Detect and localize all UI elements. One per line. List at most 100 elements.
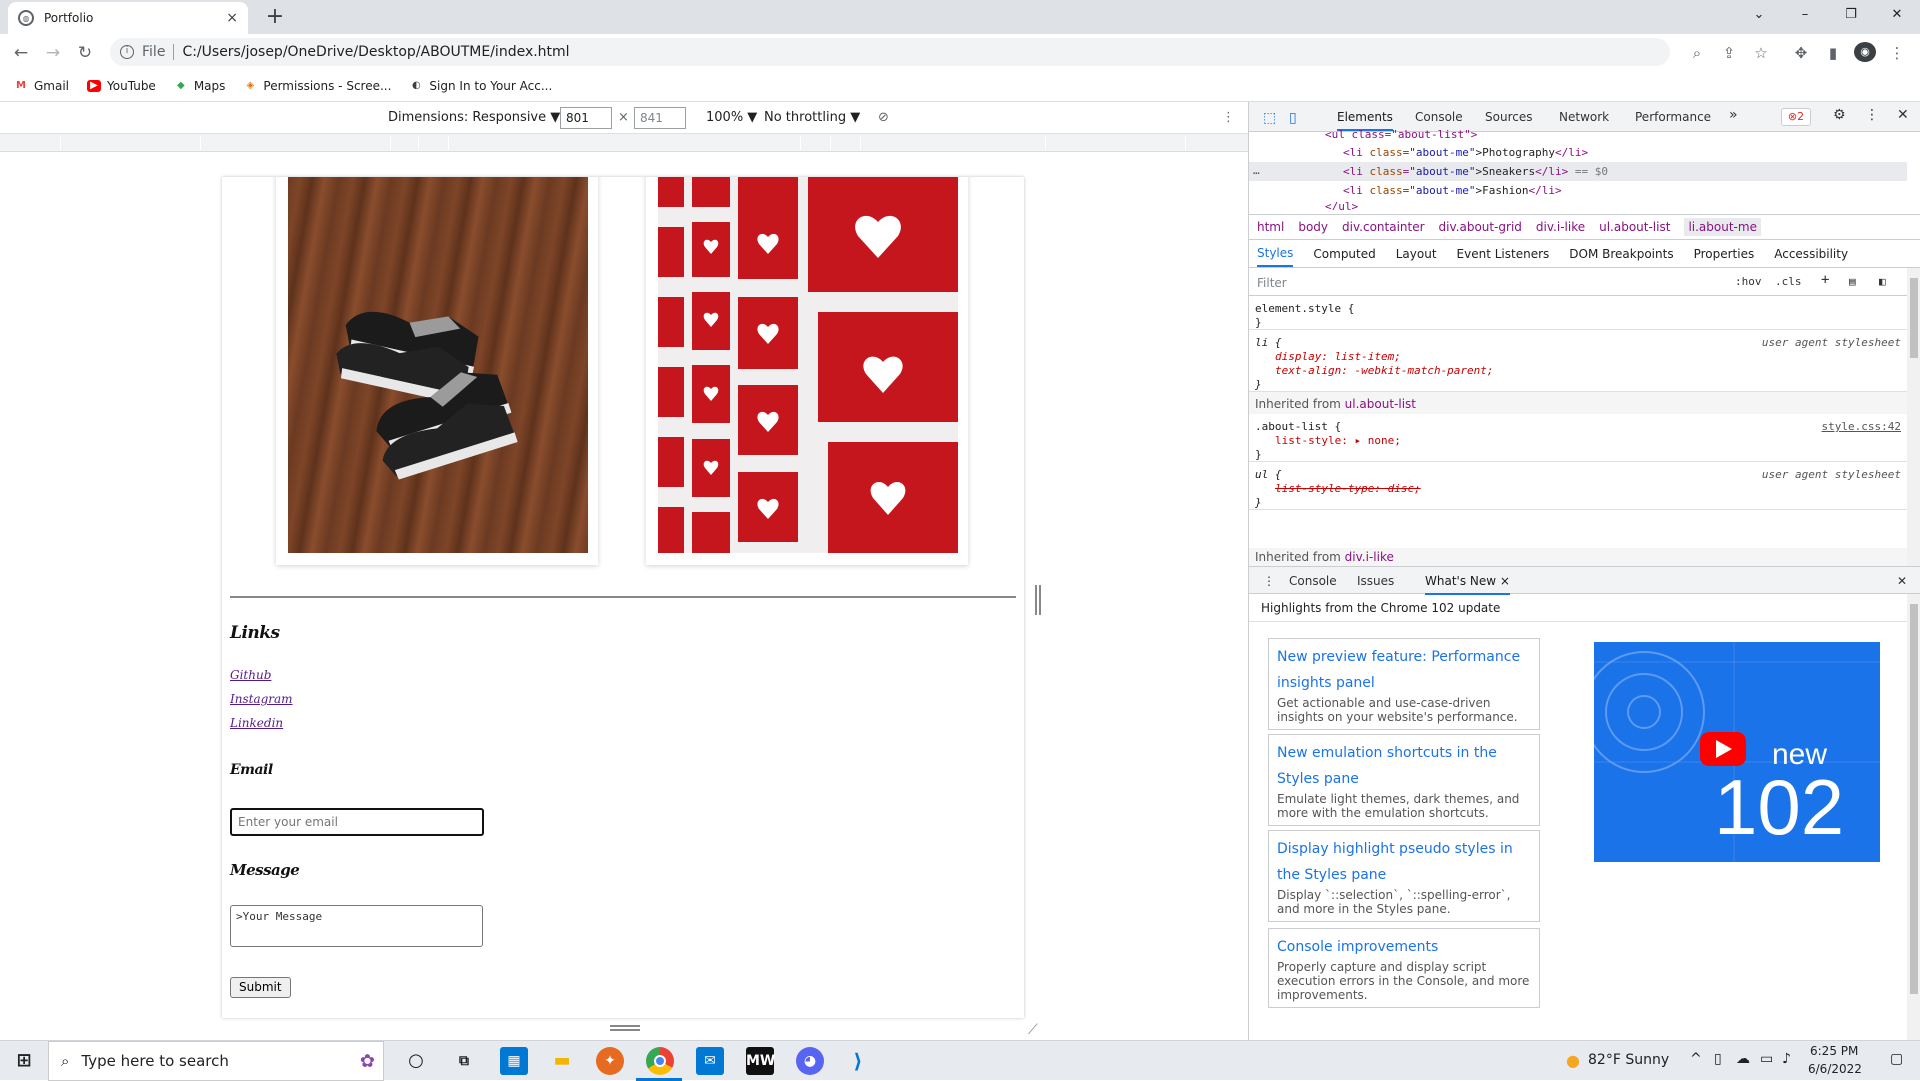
file-explorer-icon[interactable]: ▬	[548, 1047, 576, 1075]
github-link[interactable]: Github	[230, 668, 271, 682]
tab-styles[interactable]: Styles	[1257, 241, 1294, 267]
resize-corner-icon[interactable]: ⟋	[1028, 1022, 1038, 1038]
submit-button[interactable]: Submit	[230, 977, 291, 998]
dom-line-ul-close[interactable]: </ul>	[1325, 198, 1358, 210]
address-bar[interactable]: i File C:/Users/josep/OneDrive/Desktop/A…	[110, 38, 1670, 66]
weather-icon[interactable]: ●	[1566, 1051, 1580, 1070]
tab-accessibility[interactable]: Accessibility	[1774, 247, 1848, 261]
side-panel-icon[interactable]: ▮	[1822, 44, 1844, 62]
close-window-button[interactable]: ✕	[1874, 0, 1920, 30]
linkedin-link[interactable]: Linkedin	[230, 716, 283, 730]
close-devtools-icon[interactable]: ✕	[1897, 107, 1909, 123]
discord-icon[interactable]: ◕	[796, 1047, 824, 1075]
tab-console[interactable]: Console	[1415, 110, 1463, 124]
more-options-icon[interactable]: ⋮	[1222, 110, 1235, 125]
drawer-tab-whats-new[interactable]: What's New ×	[1425, 574, 1510, 595]
minimize-button[interactable]: –	[1782, 0, 1828, 30]
cortana-icon[interactable]: ○	[402, 1047, 430, 1075]
sidebar-toggle-icon[interactable]: ◧	[1879, 275, 1886, 288]
crumb-about-grid[interactable]: div.about-grid	[1439, 220, 1522, 234]
email-field[interactable]: Enter your email	[230, 808, 484, 836]
crumb-i-like[interactable]: div.i-like	[1536, 220, 1585, 234]
crumb-about-list[interactable]: ul.about-list	[1599, 220, 1670, 234]
whats-new-item[interactable]: Display highlight pseudo styles in the S…	[1268, 830, 1540, 922]
onedrive-icon[interactable]: ☁	[1736, 1051, 1750, 1067]
dom-ellipsis[interactable]: …	[1253, 162, 1260, 180]
windows-start-icon[interactable]: ⊞	[10, 1047, 38, 1075]
bookmark-signin[interactable]: ◐ Sign In to Your Acc...	[409, 79, 552, 93]
inspect-icon[interactable]: ⬚	[1263, 110, 1276, 126]
new-tab-button[interactable]: +	[262, 4, 288, 30]
tab-sources[interactable]: Sources	[1485, 110, 1532, 124]
crumb-html[interactable]: html	[1257, 220, 1284, 234]
tab-performance[interactable]: Performance	[1635, 110, 1711, 124]
task-view-icon[interactable]: ⧉	[450, 1047, 478, 1075]
rule-ul[interactable]: ul { user agent stylesheet list-style-ty…	[1249, 462, 1907, 510]
new-rule-icon[interactable]: +	[1821, 272, 1829, 288]
crumb-container[interactable]: div.containter	[1342, 220, 1425, 234]
close-drawer-icon[interactable]: ✕	[1897, 574, 1907, 588]
height-input[interactable]: 841	[634, 107, 686, 129]
chrome-102-video-banner[interactable]: new 102	[1594, 642, 1880, 862]
dom-tree[interactable]: <ul class="about-list"> … <li class="abo…	[1249, 128, 1920, 212]
back-icon[interactable]: ←	[8, 40, 34, 66]
width-input[interactable]: 801	[560, 107, 612, 129]
browser-tab[interactable]: ◍ Portfolio ×	[8, 2, 248, 34]
rule-about-list[interactable]: .about-list { style.css:42 list-style: ▸…	[1249, 414, 1907, 462]
info-icon[interactable]: i	[120, 45, 134, 59]
throttling-dropdown[interactable]: No throttling ▼	[764, 110, 860, 125]
fl-studio-icon[interactable]: ✦	[596, 1047, 624, 1075]
share-icon[interactable]: ⇪	[1718, 44, 1740, 62]
crumb-about-me[interactable]: li.about-me	[1684, 218, 1761, 236]
dom-line-photography[interactable]: <li class="about-me">Photography</li>	[1343, 144, 1588, 162]
tab-search-icon[interactable]: ⌄	[1736, 0, 1782, 30]
tab-computed[interactable]: Computed	[1313, 247, 1375, 261]
tab-properties[interactable]: Properties	[1694, 247, 1755, 261]
menu-icon[interactable]: ⋮	[1886, 44, 1908, 62]
chrome-icon[interactable]	[646, 1047, 674, 1075]
filter-input[interactable]: Filter	[1257, 276, 1287, 290]
message-textarea[interactable]: >Your Message	[230, 905, 483, 947]
network-icon[interactable]: ▭	[1760, 1051, 1773, 1067]
more-tabs-icon[interactable]: »	[1729, 107, 1738, 123]
mw-app-icon[interactable]: MW	[746, 1047, 775, 1075]
close-drawer-tab-icon[interactable]: ×	[1500, 574, 1510, 588]
tab-dom-breakpoints[interactable]: DOM Breakpoints	[1569, 247, 1673, 261]
close-tab-icon[interactable]: ×	[226, 10, 238, 26]
reload-icon[interactable]: ↻	[72, 40, 98, 66]
tab-event-listeners[interactable]: Event Listeners	[1457, 247, 1550, 261]
media-query-ruler[interactable]	[0, 134, 1248, 152]
whats-new-title[interactable]: Display highlight pseudo styles in the S…	[1277, 836, 1531, 888]
drawer-menu-icon[interactable]: ⋮	[1263, 574, 1275, 588]
taskbar-search[interactable]: ⌕ Type here to search ✿	[48, 1041, 384, 1081]
zoom-icon[interactable]: ⌕	[1686, 44, 1708, 62]
drawer-tab-issues[interactable]: Issues	[1357, 574, 1394, 588]
drawer-scrollbar[interactable]	[1907, 594, 1920, 1040]
settings-icon[interactable]: ⚙	[1833, 107, 1846, 123]
bookmark-gmail[interactable]: M Gmail	[14, 79, 69, 93]
zoom-dropdown[interactable]: 100% ▼	[706, 110, 757, 125]
chevron-up-icon[interactable]: ^	[1690, 1051, 1702, 1067]
crumb-body[interactable]: body	[1298, 220, 1328, 234]
weather-text[interactable]: 82°F Sunny	[1588, 1052, 1669, 1068]
drawer-tab-console[interactable]: Console	[1289, 574, 1337, 588]
rule-li[interactable]: li { user agent stylesheet display: list…	[1249, 330, 1907, 392]
dom-line-sneakers[interactable]: <li class="about-me">Sneakers</li> == $0	[1343, 163, 1608, 181]
dom-line-ul[interactable]: <ul class="about-list">	[1325, 126, 1477, 144]
avatar[interactable]: ◉	[1854, 42, 1876, 62]
clock-date[interactable]: 6/6/2022	[1808, 1062, 1862, 1076]
clock-time[interactable]: 6:25 PM	[1810, 1044, 1858, 1058]
star-icon[interactable]: ☆	[1750, 44, 1772, 62]
paint-icon[interactable]: ▤	[1849, 275, 1856, 288]
cls-toggle[interactable]: .cls	[1775, 275, 1802, 288]
whats-new-title[interactable]: New emulation shortcuts in the Styles pa…	[1277, 740, 1531, 792]
forward-icon[interactable]: →	[40, 40, 66, 66]
dom-line-fashion[interactable]: <li class="about-me">Fashion</li>	[1343, 182, 1562, 200]
tab-network[interactable]: Network	[1559, 110, 1609, 124]
styles-scrollbar[interactable]	[1907, 268, 1920, 566]
url-text[interactable]: C:/Users/josep/OneDrive/Desktop/ABOUTME/…	[182, 44, 569, 60]
dimensions-dropdown[interactable]: Dimensions: Responsive ▼	[388, 110, 560, 125]
vscode-icon[interactable]: ⟩	[844, 1047, 872, 1075]
device-icon[interactable]: ▯	[1714, 1051, 1722, 1067]
bookmark-permissions[interactable]: ◈ Permissions - Scree...	[243, 79, 392, 93]
